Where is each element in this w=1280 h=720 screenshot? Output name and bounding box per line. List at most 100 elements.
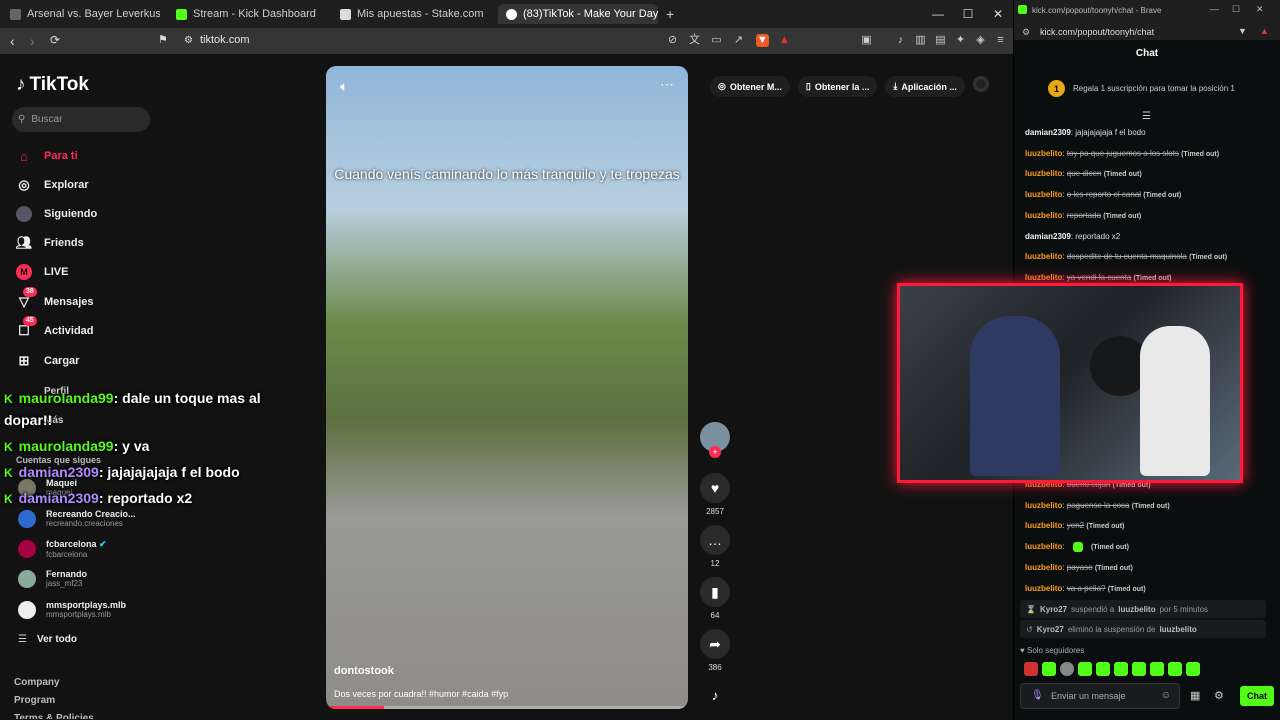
send-chat-button[interactable]: Chat — [1240, 686, 1274, 706]
vpn-icon[interactable]: ◈ — [974, 34, 987, 47]
emote-icon[interactable] — [1150, 662, 1164, 676]
nav-live[interactable]: M LIVE — [16, 264, 68, 280]
mic-icon[interactable]: 🎙︎ — [1031, 690, 1044, 701]
minimize-button[interactable]: — — [923, 0, 953, 28]
comment-button[interactable]: … 12 — [700, 525, 730, 568]
sidebar-icon[interactable]: ▥ — [914, 34, 927, 47]
nav-explorar[interactable]: ◎ Explorar — [16, 177, 88, 193]
brave-shield-icon[interactable]: ▼ — [756, 34, 769, 47]
chat-url[interactable]: kick.com/popout/toonyh/chat — [1040, 27, 1154, 37]
account-item[interactable]: Recreando Creacio... recreando.creaciones — [18, 509, 136, 528]
sound-disc[interactable]: ♪ — [700, 680, 730, 710]
volume-icon[interactable]: 🔈︎ — [340, 78, 348, 95]
media-icon[interactable]: ▣ — [860, 34, 873, 47]
no-cast-icon[interactable]: ⊘ — [666, 34, 679, 47]
url-field[interactable]: tiktok.com — [200, 34, 250, 46]
chat-username[interactable]: luuzbelito — [1025, 563, 1062, 572]
brave-rewards-icon[interactable]: ▲ — [778, 34, 791, 47]
emote-icon[interactable] — [1168, 662, 1182, 676]
chat-username[interactable]: luuzbelito — [1025, 584, 1062, 593]
chat-username[interactable]: damian2309 — [1025, 232, 1071, 241]
tab-stake[interactable]: Mis apuestas - Stake.com — [340, 4, 490, 24]
chat-username[interactable]: luuzbelito — [1025, 190, 1062, 199]
emoji-icon[interactable]: ☺ — [1161, 690, 1171, 701]
new-tab-button[interactable]: + — [666, 4, 674, 24]
menu-icon[interactable]: ≡ — [994, 34, 1007, 47]
account-item[interactable]: Fernando jass_mf23 — [18, 569, 87, 588]
leo-icon[interactable]: ✦ — [954, 34, 967, 47]
settings-icon[interactable]: ⚙ — [1214, 689, 1224, 702]
nav-cargar[interactable]: ⊞ Cargar — [16, 353, 80, 369]
tiktok-logo[interactable]: ♪ TikTok — [16, 74, 89, 96]
tab-tiktok[interactable]: (83)TikTok - Make Your Day ✕ — [498, 4, 658, 24]
emote-icon[interactable] — [1186, 662, 1200, 676]
search-input[interactable]: ⚲ Buscar — [12, 107, 150, 132]
music-icon[interactable]: ♪ — [894, 34, 907, 47]
maximize-button[interactable]: ☐ — [1232, 4, 1240, 15]
screenshot-icon[interactable]: ▭ — [710, 34, 723, 47]
maximize-button[interactable]: ☐ — [953, 0, 983, 28]
bookmark-icon[interactable]: ⚑ — [158, 33, 168, 46]
nav-friends[interactable]: 👥︎ Friends — [16, 235, 84, 251]
emote-icon[interactable] — [1114, 662, 1128, 676]
chat-username[interactable]: luuzbelito — [1025, 169, 1062, 178]
follow-plus-icon[interactable]: + — [709, 446, 721, 458]
brave-shield-icon[interactable]: ▼ — [1238, 26, 1247, 36]
share-icon[interactable]: ↗ — [732, 34, 745, 47]
chat-username[interactable]: luuzbelito — [1025, 501, 1062, 510]
video-player[interactable]: 🔈︎ ⋯ Cuando venís caminando lo más tranq… — [326, 66, 688, 709]
save-button[interactable]: ▮ 64 — [700, 577, 730, 620]
nav-actividad[interactable]: ☐ 45 Actividad — [16, 316, 94, 339]
emote-icon[interactable] — [1132, 662, 1146, 676]
footer-terms[interactable]: Terms & Policies — [14, 713, 94, 719]
footer-program[interactable]: Program — [14, 695, 55, 706]
get-coins-button[interactable]: ◎ Obtener M... — [710, 76, 790, 97]
account-item[interactable]: fcbarcelona ✔ fcbarcelona — [18, 539, 107, 559]
desktop-app-button[interactable]: ⤓ Aplicación ... — [885, 76, 965, 97]
see-all-link[interactable]: ☰ Ver todo — [18, 634, 77, 645]
share-button[interactable]: ➦ 386 — [700, 629, 730, 672]
emote-icon[interactable] — [1060, 662, 1074, 676]
nav-siguiendo[interactable]: Siguiendo — [16, 206, 97, 222]
forward-icon[interactable]: › — [30, 33, 35, 49]
emote-icon[interactable] — [1078, 662, 1092, 676]
chat-username[interactable]: luuzbelito — [1025, 149, 1062, 158]
close-window-button[interactable]: ✕ — [983, 0, 1013, 28]
profile-avatar-button[interactable] — [972, 76, 989, 92]
sub-goal-banner[interactable]: 1 Regala 1 suscripción para tomar la pos… — [1048, 80, 1235, 97]
translate-icon[interactable]: 文 — [688, 34, 701, 47]
brave-rewards-icon[interactable]: ▲ — [1260, 26, 1269, 36]
more-options-icon[interactable]: ⋯ — [660, 76, 674, 93]
video-username[interactable]: dontostook — [334, 665, 394, 677]
close-window-button[interactable]: ✕ — [1256, 4, 1264, 15]
emote-icon[interactable] — [1024, 662, 1038, 676]
minimize-button[interactable]: — — [1210, 4, 1219, 14]
chat-message: luuzbelito: yen2 (Timed out) — [1025, 521, 1125, 531]
nav-para-ti[interactable]: ⌂ Para ti — [16, 148, 78, 164]
chat-username[interactable]: luuzbelito — [1025, 252, 1062, 261]
emote-icon[interactable] — [1096, 662, 1110, 676]
creator-avatar[interactable]: + — [700, 422, 730, 458]
chat-username[interactable]: damian2309 — [1025, 128, 1071, 137]
chat-username[interactable]: luuzbelito — [1025, 211, 1062, 220]
gift-icon[interactable]: ▦ — [1190, 689, 1200, 702]
video-progress-bar[interactable] — [326, 706, 688, 709]
chat-username[interactable]: luuzbelito — [1025, 273, 1062, 282]
site-settings-icon[interactable]: ⚙ — [184, 35, 193, 46]
account-item[interactable]: mmsportplays.mlb mmsportplays.mlb — [18, 600, 126, 619]
site-settings-icon[interactable]: ⚙ — [1022, 27, 1030, 38]
tab-kick-dashboard[interactable]: Stream - Kick Dashboard — [176, 4, 326, 24]
get-app-button[interactable]: ▯ Obtener la ... — [797, 76, 878, 97]
footer-company[interactable]: Company — [14, 677, 60, 688]
chat-username[interactable]: luuzbelito — [1025, 542, 1062, 551]
emote-icon[interactable] — [1042, 662, 1056, 676]
wallet-icon[interactable]: ▤ — [934, 34, 947, 47]
like-button[interactable]: ♥ 2857 — [700, 473, 730, 516]
chat-message-input[interactable]: 🎙︎ Enviar un mensaje ☺ — [1020, 683, 1180, 709]
chat-username[interactable]: luuzbelito — [1025, 521, 1062, 530]
back-icon[interactable]: ‹ — [10, 33, 15, 49]
pinned-toggle-icon[interactable]: ☰ — [1142, 111, 1151, 122]
reload-icon[interactable]: ⟳ — [50, 33, 60, 47]
nav-mensajes[interactable]: ▽ 38 Mensajes — [16, 287, 94, 310]
tab-arsenal[interactable]: Arsenal vs. Bayer Leverkusen | 8v — [10, 4, 160, 24]
